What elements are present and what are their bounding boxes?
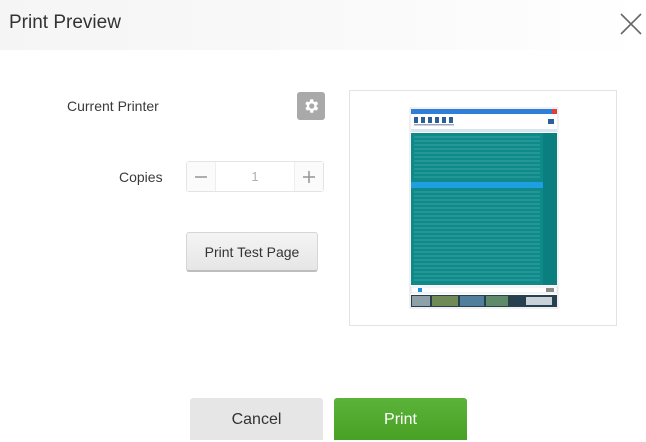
gear-icon <box>305 99 319 113</box>
printer-settings-button[interactable] <box>297 92 325 120</box>
decrement-button[interactable] <box>187 162 215 191</box>
close-icon <box>620 13 642 35</box>
dialog-title: Print Preview <box>9 12 121 33</box>
print-button[interactable]: Print <box>334 398 467 440</box>
close-button[interactable] <box>617 10 645 38</box>
dialog-header: Print Preview <box>0 0 646 50</box>
print-preview-area <box>349 90 617 326</box>
plus-icon <box>303 170 315 183</box>
current-printer-label: Current Printer <box>67 98 159 114</box>
copies-label: Copies <box>119 169 163 185</box>
cancel-button[interactable]: Cancel <box>190 398 323 440</box>
print-test-page-button[interactable]: Print Test Page <box>186 232 318 272</box>
preview-thumbnail <box>409 107 559 309</box>
minus-icon <box>195 175 207 178</box>
copies-stepper: 1 <box>186 161 324 192</box>
increment-button[interactable] <box>295 162 323 191</box>
copies-value[interactable]: 1 <box>215 162 295 191</box>
